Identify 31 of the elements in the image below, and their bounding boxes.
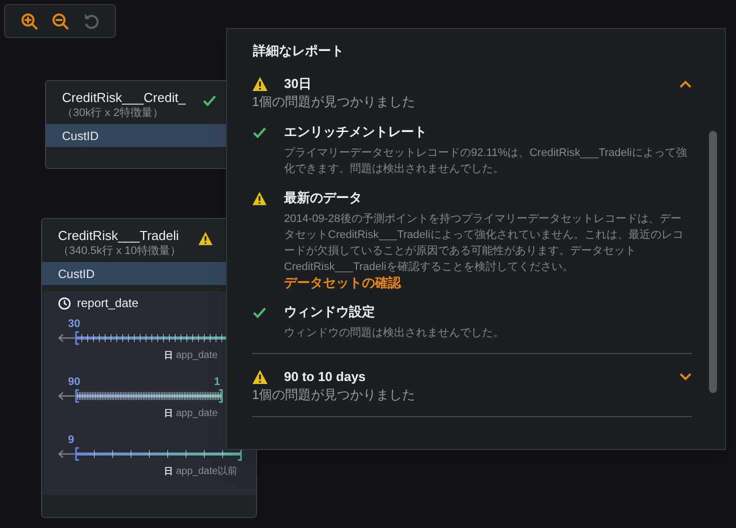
report-title: 詳細なレポート [253, 42, 345, 60]
scrollbar-thumb[interactable] [709, 131, 717, 393]
window-caption: app_date以前 [176, 464, 238, 479]
check-description: プライマリーデータセットレコードの92.11%は、CreditRisk___Tradeliによって強化できます。問題は検出されませんでした。 [284, 146, 688, 177]
window-end: 1 [214, 375, 220, 390]
section-summary: 1個の問題が見つかりました [252, 93, 416, 111]
window-start: 90 [68, 375, 80, 390]
check-title: 最新のデータ [284, 189, 362, 208]
calendar-glyph: 日 [164, 406, 173, 420]
window-start: 9 [68, 433, 74, 448]
check-description: ウィンドウの問題は検出されませんでした。 [284, 326, 505, 341]
dataset-title: CreditRisk___Tradeli [58, 227, 180, 244]
section-summary: 1個の問題が見つかりました [252, 386, 416, 404]
collapse-chevron-icon[interactable] [679, 80, 692, 88]
dataset-size: （340.5k行 x 10特徴量） [58, 244, 182, 258]
window-caption: app_date [176, 407, 218, 421]
expand-chevron-icon[interactable] [679, 373, 692, 381]
calendar-glyph: 日 [164, 464, 173, 478]
check-title: ウィンドウ設定 [284, 303, 375, 322]
dataset-size: （30k行 x 2特徴量） [62, 106, 164, 120]
check-description: 2014-09-28後の予測ポイントを持つプライマリーデータセットレコードは、データセットCreditRisk___Tradeliによって強化されていません。これは、最近のレコードが欠損していることが原因である可能性があります。データセットCreditRisk___Tradeliを確認することを検討してください。 [284, 212, 684, 275]
dataset-title: CreditRisk___Credit_ [62, 89, 187, 106]
section-title: 90 to 10 days [284, 368, 367, 386]
review-dataset-link[interactable]: データセットの確認 [284, 275, 401, 291]
window-caption: app_date [176, 349, 218, 363]
calendar-glyph: 日 [164, 348, 173, 362]
check-title: エンリッチメントレート [284, 123, 427, 142]
window-start: 30 [68, 317, 80, 332]
section-title: 30日 [284, 75, 312, 94]
clock-icon [58, 296, 71, 310]
feature-name: report_date [77, 295, 138, 312]
